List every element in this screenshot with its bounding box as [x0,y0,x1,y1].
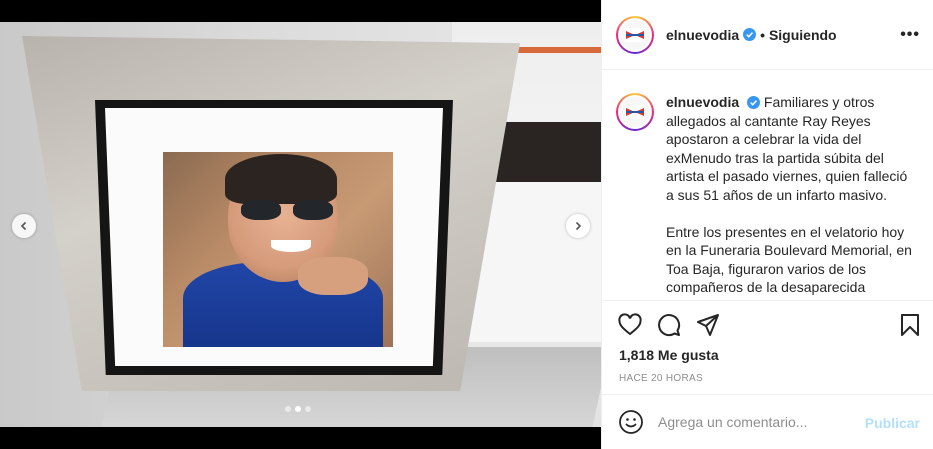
header-username[interactable]: elnuevodia [666,27,739,43]
verified-badge-icon [747,96,761,109]
action-icons [618,313,720,337]
carousel-prev-button[interactable] [12,214,36,238]
portrait-hair [225,154,337,204]
more-options-icon[interactable]: ••• [900,26,920,44]
emoji-icon[interactable] [618,409,644,435]
comment-input[interactable] [658,414,858,430]
save-button[interactable] [898,313,922,342]
caption: elnuevodia Familiares y otros allegados … [666,93,918,301]
paper-plane-icon[interactable] [696,313,720,337]
post-timestamp[interactable]: HACE 20 HORAS [619,373,703,384]
chevron-right-icon [575,221,582,231]
portrait-sunglasses [241,200,337,222]
like-count[interactable]: 1,818 Me gusta [619,347,719,363]
framed-portrait [163,152,393,347]
avatar[interactable] [616,93,654,131]
heart-icon[interactable] [618,313,642,337]
post-header: elnuevodia • Siguiendo ••• [602,0,933,70]
background-detail [505,47,601,53]
comment-bar: Publicar [602,394,933,449]
chevron-left-icon [20,221,27,231]
portrait-smile [271,240,311,252]
caption-username[interactable]: elnuevodia [666,94,739,110]
brand-logo-icon [620,97,650,127]
bookmark-icon [901,314,919,336]
caption-text-1: Familiares y otros allegados al cantante… [666,94,908,203]
portrait-hand [298,257,368,295]
follow-status[interactable]: • Siguiendo [760,27,836,43]
follow-status-label: Siguiendo [768,26,837,43]
publish-button[interactable]: Publicar [865,415,920,431]
carousel-indicator [285,406,311,412]
caption-paragraph: elnuevodia Familiares y otros allegados … [666,93,918,205]
post-photo[interactable] [0,22,601,427]
comment-bubble-icon[interactable] [657,313,681,337]
carousel-dot [305,406,311,412]
carousel-dot [285,406,291,412]
post-sidebar: elnuevodia • Siguiendo ••• elnuevodia Fa… [601,0,933,449]
post-media [0,0,601,449]
verified-badge-icon [743,28,757,41]
avatar[interactable] [616,15,654,54]
carousel-next-button[interactable] [566,214,590,238]
brand-logo-icon [620,19,650,50]
carousel-dot-active [295,406,301,412]
caption-area: elnuevodia Familiares y otros allegados … [602,71,933,301]
caption-text-2: Entre los presentes en el velatorio hoy … [666,223,912,296]
